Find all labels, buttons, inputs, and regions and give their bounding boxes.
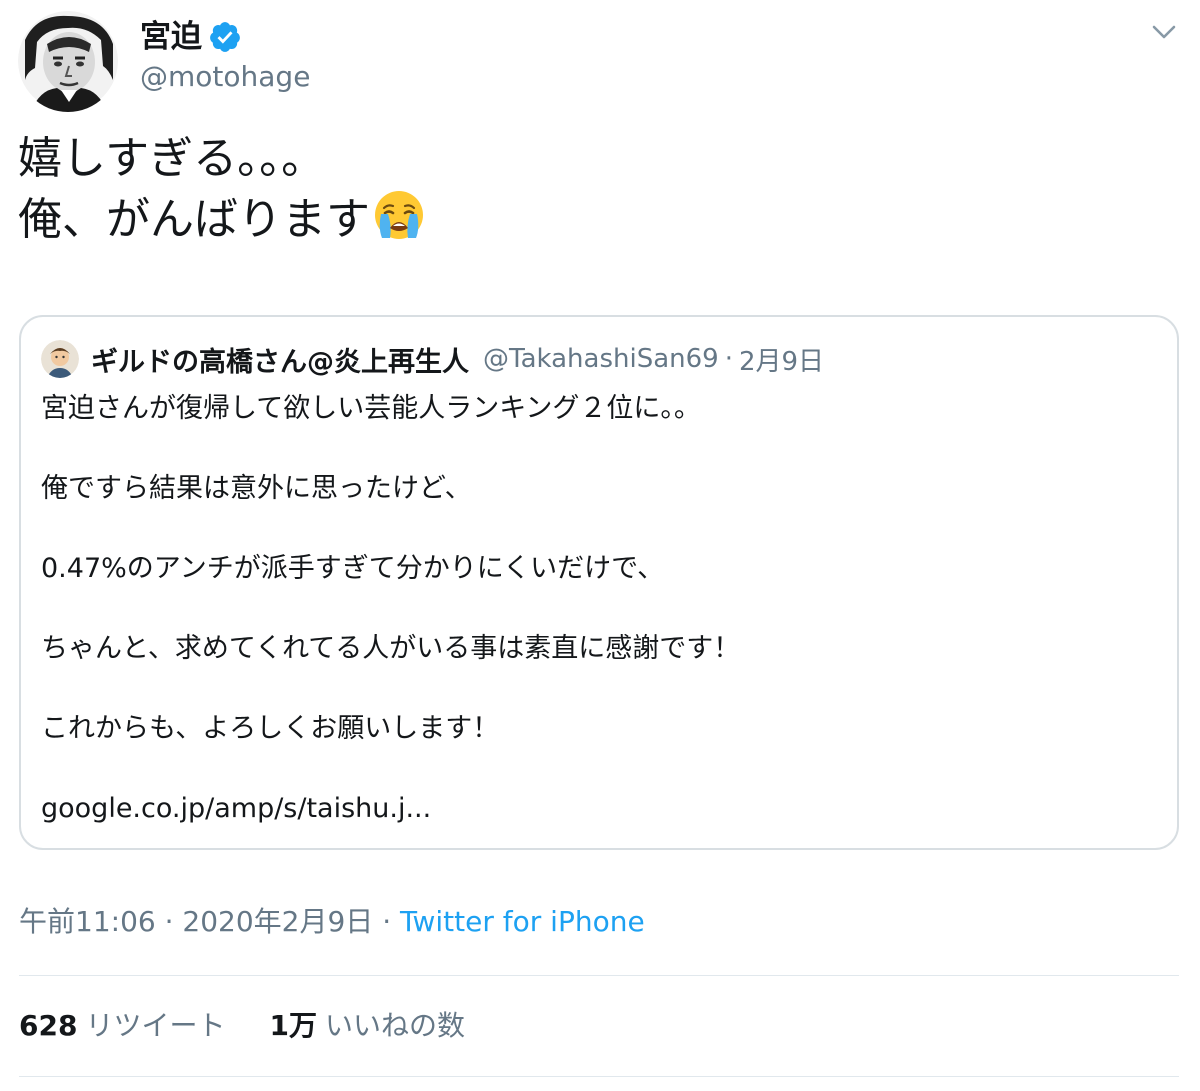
meta-separator: · xyxy=(382,905,392,938)
quoted-author-avatar xyxy=(41,340,79,378)
author-name[interactable]: 宮迫 xyxy=(140,21,202,53)
quoted-tweet-card[interactable]: ギルドの高橋さん@炎上再生人 @TakahashiSan69 · 2月9日 宮迫… xyxy=(19,315,1179,850)
author-handle[interactable]: @motohage xyxy=(140,58,310,96)
quoted-link-text: google.co.jp/amp/s/taishu.j... xyxy=(41,793,432,824)
quoted-author-name: ギルドの高橋さん@炎上再生人 xyxy=(91,346,469,378)
tweet-detail: 宮迫 @motohage 嬉しすぎる。。。 俺、がんばります ギルドの高橋さん@… xyxy=(0,0,1200,1091)
tweet-text: 嬉しすぎる。。。 俺、がんばります xyxy=(18,130,1168,249)
tweet-text-line: 嬉しすぎる。。。 xyxy=(18,133,326,184)
retweets-label: リツイート xyxy=(85,1009,226,1042)
meta-separator: · xyxy=(164,905,174,938)
quoted-text-line: 0.47%のアンチが派手すぎて分かりにくいだけで、 xyxy=(41,553,665,584)
quoted-line-gap xyxy=(41,749,1151,789)
divider xyxy=(19,975,1179,976)
retweets-stat[interactable]: 628 リツイート xyxy=(19,1004,225,1048)
author-avatar[interactable] xyxy=(17,10,119,112)
tweet-stats: 628 リツイート 1万 いいねの数 xyxy=(19,1004,465,1048)
quoted-author-handle: @TakahashiSan69 xyxy=(483,344,719,374)
quoted-text-line: 宮迫さんが復帰して欲しい芸能人ランキング２位に。。 xyxy=(41,393,701,424)
quoted-separator: · xyxy=(724,344,733,374)
quoted-line-gap xyxy=(41,509,1151,549)
quoted-line-gap xyxy=(41,589,1151,629)
verified-badge-icon xyxy=(208,20,242,54)
tweet-meta: 午前11:06 · 2020年2月9日 · Twitter for iPhone xyxy=(19,902,645,942)
chevron-down-icon[interactable] xyxy=(1148,18,1180,46)
retweets-count: 628 xyxy=(19,1009,78,1042)
likes-count: 1万 xyxy=(269,1009,317,1042)
likes-stat[interactable]: 1万 いいねの数 xyxy=(269,1004,465,1048)
quoted-text-line: これからも、よろしくお願いします！ xyxy=(41,713,500,744)
author-name-row[interactable]: 宮迫 xyxy=(140,14,242,60)
tweet-time[interactable]: 午前11:06 xyxy=(19,905,156,938)
quoted-date: 2月9日 xyxy=(738,346,825,377)
likes-label: いいねの数 xyxy=(324,1009,465,1042)
tweet-text-line-with-emoji: 俺、がんばります xyxy=(18,188,1168,249)
loudly-crying-face-icon xyxy=(372,188,426,242)
quoted-line-gap xyxy=(41,429,1151,469)
quoted-line-gap xyxy=(41,669,1151,709)
quoted-tweet-body: 宮迫さんが復帰して欲しい芸能人ランキング２位に。。 俺ですら結果は意外に思ったけ… xyxy=(41,389,1151,829)
tweet-text-line: 俺、がんばります xyxy=(18,194,370,245)
avatar-portrait-image xyxy=(17,10,119,112)
divider xyxy=(19,1076,1179,1077)
tweet-date[interactable]: 2020年2月9日 xyxy=(182,905,373,938)
quoted-tweet-header: ギルドの高橋さん@炎上再生人 @TakahashiSan69 · 2月9日 xyxy=(41,339,824,379)
tweet-source-link[interactable]: Twitter for iPhone xyxy=(400,905,645,938)
quoted-text-line: 俺ですら結果は意外に思ったけど、 xyxy=(41,473,472,504)
quoted-text-line: ちゃんと、求めてくれてる人がいる事は素直に感謝です！ xyxy=(41,633,741,664)
